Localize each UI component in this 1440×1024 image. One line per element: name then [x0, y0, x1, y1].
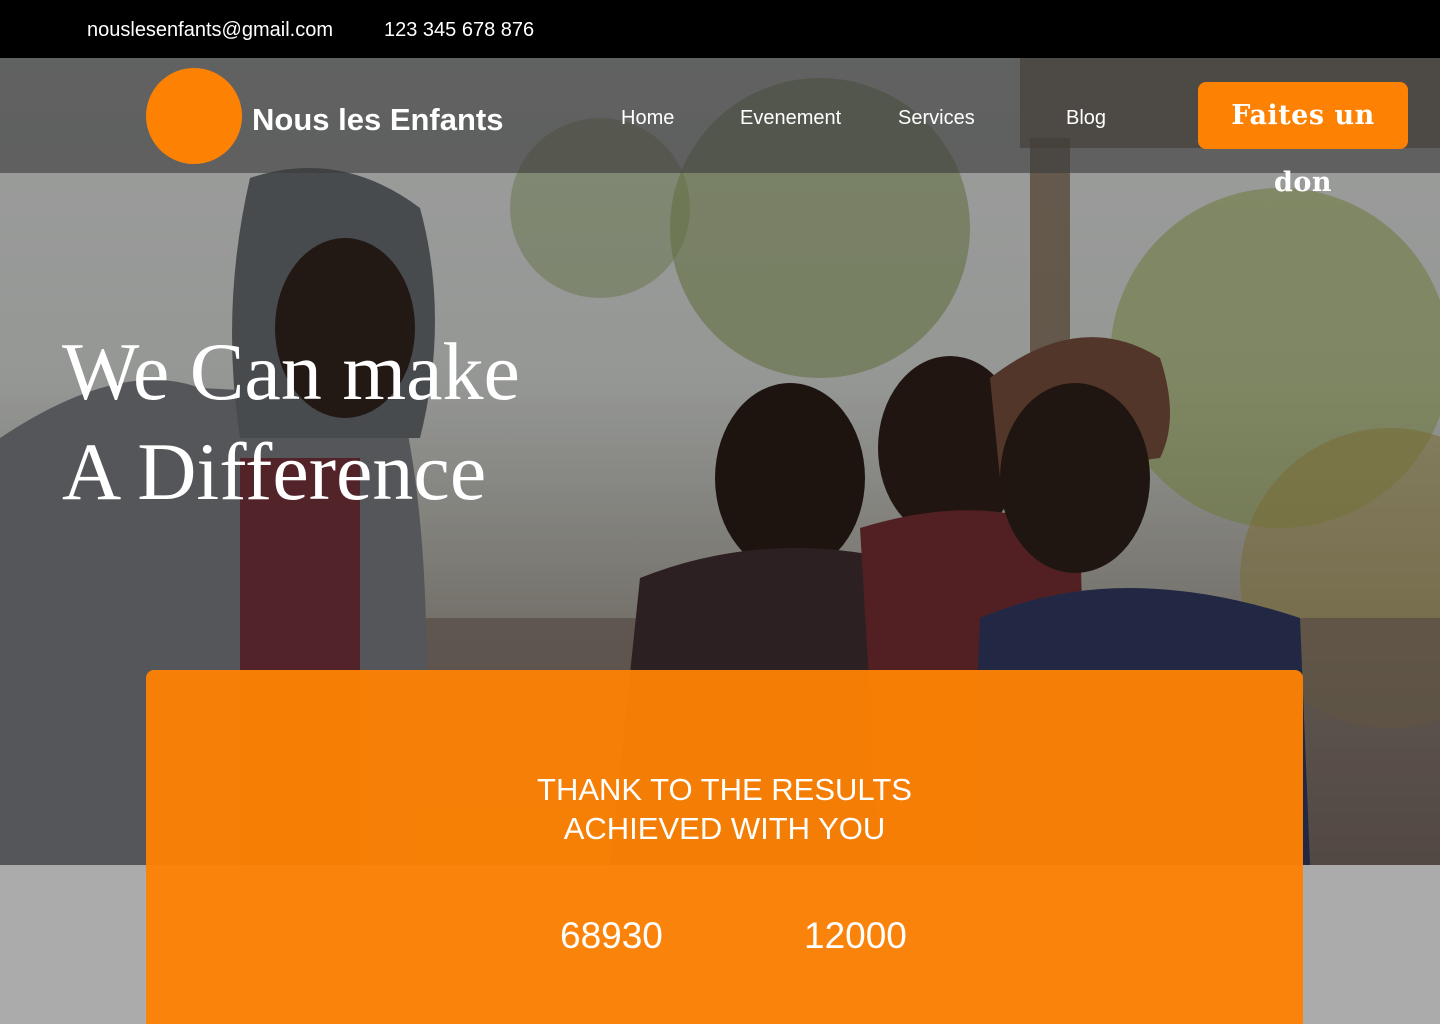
hero-headline-line-1: We Can make: [62, 326, 520, 417]
contact-bar: nouslesenfants@gmail.com 123 345 678 876: [0, 0, 1440, 58]
results-stat: 68930: [560, 915, 663, 956]
logo-icon[interactable]: [146, 68, 242, 164]
hero-headline-line-2: A Difference: [62, 426, 487, 517]
contact-phone[interactable]: 123 345 678 876: [384, 17, 534, 43]
results-title: THANK TO THE RESULTS ACHIEVED WITH YOU: [146, 770, 1303, 848]
results-title-line-2: ACHIEVED WITH YOU: [563, 811, 886, 846]
page: nouslesenfants@gmail.com 123 345 678 876: [0, 0, 1440, 1024]
nav-evenement[interactable]: Evenement: [740, 105, 841, 131]
hero-headline: We Can make A Difference: [62, 322, 520, 522]
contact-email[interactable]: nouslesenfants@gmail.com: [87, 17, 333, 43]
results-stat: 12000: [804, 915, 907, 956]
nav-services[interactable]: Services: [898, 105, 975, 131]
results-card: THANK TO THE RESULTS ACHIEVED WITH YOU 6…: [146, 670, 1303, 1024]
nav-blog[interactable]: Blog: [1066, 105, 1106, 131]
nav-home[interactable]: Home: [621, 105, 674, 131]
brand-name[interactable]: Nous les Enfants: [252, 101, 504, 139]
results-title-line-1: THANK TO THE RESULTS: [537, 772, 912, 807]
donate-button[interactable]: Faites un don: [1198, 82, 1408, 198]
